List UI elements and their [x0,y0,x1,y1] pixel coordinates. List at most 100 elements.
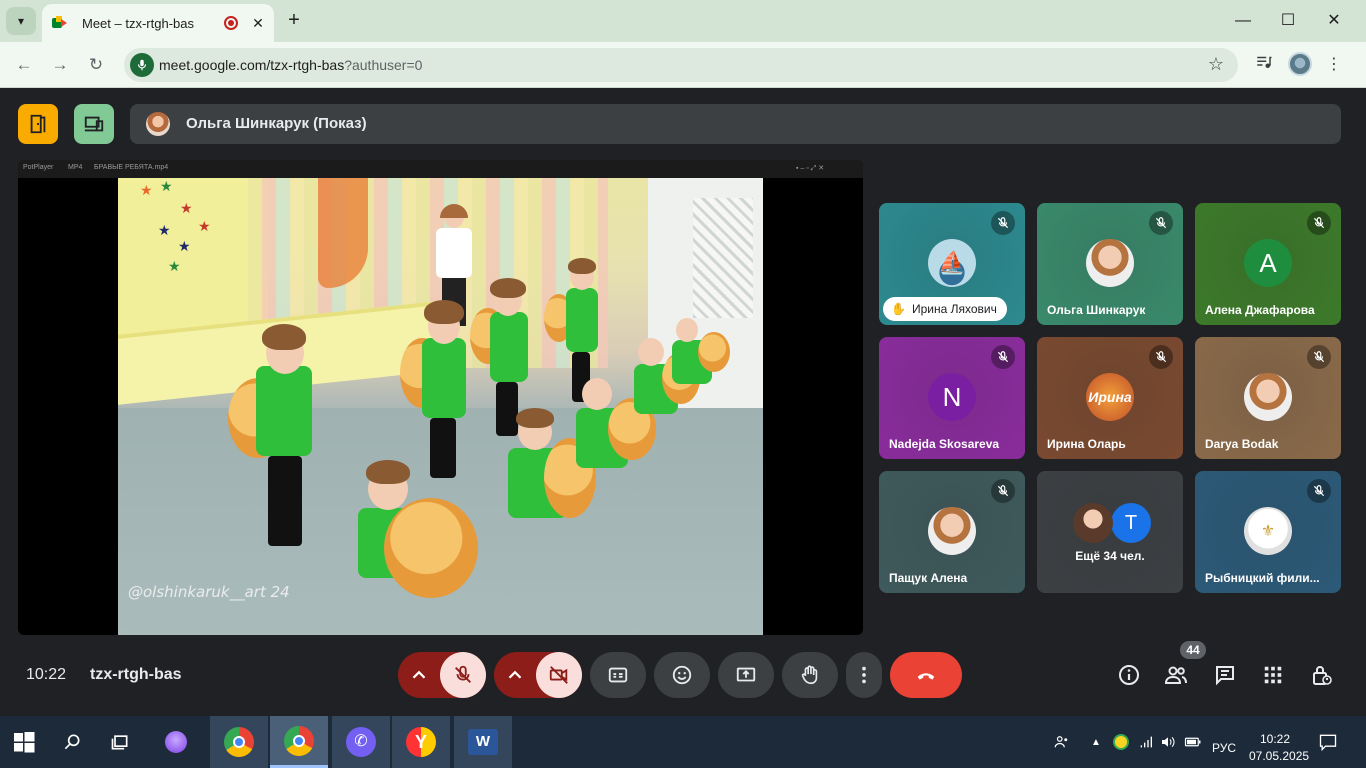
mic-off-icon [1149,211,1173,235]
mic-off-icon [1149,345,1173,369]
microphone-in-use-icon[interactable] [130,53,154,77]
people-tray-icon[interactable] [1050,720,1074,764]
show-hidden-icons-chevron-icon[interactable]: ▲ [1088,720,1104,764]
participant-tile[interactable]: Пащук Алена [879,471,1025,593]
star-decoration: ★ [198,218,211,234]
activities-button[interactable] [1259,661,1287,689]
url-query: ?authuser=0 [344,57,423,73]
people-button[interactable] [1162,661,1190,689]
star-decoration: ★ [160,178,173,194]
captions-button[interactable] [590,652,646,698]
door-icon [30,114,46,134]
tray-app-icon[interactable] [1110,720,1132,764]
participant-tile[interactable]: Ольга Шинкарук [1037,203,1183,325]
viber-icon: ✆ [346,727,376,757]
end-call-icon [917,673,935,680]
star-decoration: ★ [140,182,153,198]
participant-tile[interactable]: ⛵ ✋ Ирина Ляхович [879,203,1025,325]
people-icon [1164,666,1187,684]
participant-tile[interactable]: N Nadejda Skosareva [879,337,1025,459]
participant-avatar: N [928,373,976,421]
host-controls-button[interactable] [1307,661,1335,689]
participant-tile[interactable]: Darya Bodak [1195,337,1341,459]
participant-avatar [928,507,976,555]
taskbar-chrome-2[interactable] [270,716,328,768]
chat-button[interactable] [1211,661,1239,689]
presenter-label: Ольга Шинкарук (Показ) [186,115,367,132]
forward-button[interactable]: → [46,51,74,79]
new-tab-button[interactable]: + [282,8,306,32]
participant-tile[interactable]: ⚜ Рыбницкий фили... [1195,471,1341,593]
input-language[interactable]: РУС [1212,741,1236,755]
presenter-avatar [146,112,170,136]
participant-tile[interactable]: A Алена Джафарова [1195,203,1341,325]
back-button[interactable]: ← [10,51,38,79]
tab-title: Meet – tzx-rtgh-bas [82,15,194,31]
participant-avatar [1086,239,1134,287]
player-format: MP4 [68,164,83,171]
present-screen-icon [736,667,756,682]
tab-close-icon[interactable]: ✕ [250,15,266,31]
notification-icon [1319,734,1337,752]
browser-tab-strip: ▾ Meet – tzx-rtgh-bas ✕ + — ☐ ✕ [0,0,1366,42]
audio-settings-chevron-icon[interactable] [398,652,440,698]
meeting-details-button[interactable] [1115,661,1143,689]
captions-icon [608,667,628,683]
more-options-button[interactable] [846,652,882,698]
player-window-controls: ▪ – ▫ ⤢ ✕ [796,165,825,172]
tray-time[interactable]: 10:22 [1260,732,1290,746]
yandex-browser-icon: Y [406,727,436,757]
video-settings-chevron-icon[interactable] [494,652,536,698]
volume-icon[interactable] [1158,720,1178,764]
notifications-button[interactable] [1314,720,1342,764]
camera-off-icon [549,666,568,684]
more-participants-label: Ещё 34 чел. [1075,549,1145,563]
alice-icon [165,731,187,753]
raise-hand-button[interactable] [782,652,838,698]
taskbar-word[interactable]: W [454,716,512,768]
video-frame: ★ ★ ★ ★ ★ ★ ★ @olshinkaruk__art 24 [118,178,763,635]
participant-name: Ирина Оларь [1047,437,1126,451]
lock-person-icon [1313,666,1332,685]
tab-search-button[interactable]: ▾ [6,7,36,35]
alice-assistant-button[interactable] [160,720,192,764]
taskbar-chrome-1[interactable] [210,716,268,768]
mic-off-icon [1307,345,1331,369]
participant-tile[interactable]: T Ещё 34 чел. [1037,471,1183,593]
participant-name: Алена Джафарова [1205,303,1315,317]
participant-count-badge: 44 [1180,641,1206,659]
browser-menu-icon[interactable]: ⋮ [1322,53,1346,77]
camera-off-button[interactable] [536,652,582,698]
network-icon[interactable] [1136,720,1156,764]
more-vert-icon [862,666,866,684]
present-screen-button[interactable] [718,652,774,698]
shared-screen[interactable]: PotPlayer MP4 БРАВЫЕ РЕБЯТА.mp4 ▪ – ▫ ⤢ … [18,160,863,635]
search-button[interactable] [58,720,86,764]
reload-button[interactable]: ↻ [82,51,110,79]
leave-call-button[interactable] [890,652,962,698]
maximize-button[interactable]: ☐ [1273,6,1303,36]
task-view-icon [111,735,128,750]
profile-avatar[interactable] [1288,52,1312,76]
present-in-room-button[interactable] [18,104,58,144]
participant-tile[interactable]: Ирина Ирина Оларь [1037,337,1183,459]
browser-tab[interactable]: Meet – tzx-rtgh-bas ✕ [42,4,274,42]
taskbar-viber[interactable]: ✆ [332,716,390,768]
media-controls-icon[interactable] [1252,53,1276,77]
taskbar-yandex-browser[interactable]: Y [392,716,450,768]
url-host-path: meet.google.com/tzx-rtgh-bas [159,57,345,73]
task-view-button[interactable] [106,720,134,764]
companion-mode-button[interactable] [74,104,114,144]
battery-icon[interactable] [1182,720,1204,764]
close-window-button[interactable]: ✕ [1319,6,1349,36]
start-button[interactable] [8,720,40,764]
participant-avatar: A [1244,239,1292,287]
minimize-button[interactable]: — [1228,6,1258,36]
mic-off-button[interactable] [440,652,486,698]
address-bar[interactable]: meet.google.com/tzx-rtgh-bas?authuser=0 … [124,48,1238,82]
bookmark-star-icon[interactable]: ☆ [1208,54,1224,75]
tray-date[interactable]: 07.05.2025 [1249,749,1309,763]
participant-avatar [1244,373,1292,421]
reactions-button[interactable] [654,652,710,698]
word-icon: W [468,729,498,755]
